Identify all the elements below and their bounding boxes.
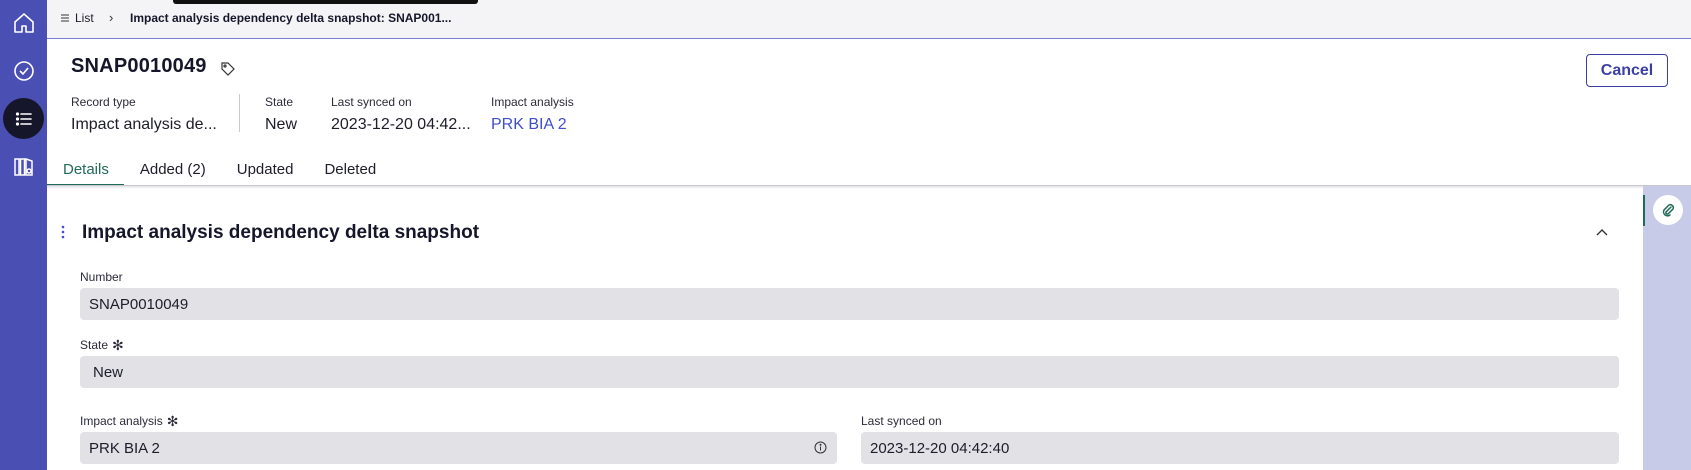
meta-value: 2023-12-20 04:42... [331, 116, 471, 133]
number-field[interactable]: SNAP0010049 [80, 288, 1619, 320]
tab-details[interactable]: Details [47, 150, 124, 186]
paperclip-icon [1662, 203, 1675, 217]
last-synced-value: 2023-12-20 04:42:40 [870, 439, 1010, 457]
tab-added[interactable]: Added (2) [124, 150, 221, 186]
impact-analysis-field[interactable]: PRK BIA 2 [80, 432, 837, 464]
state-value: New [93, 363, 124, 381]
meta-label: Last synced on [331, 95, 412, 109]
meta-label: State [265, 95, 294, 109]
check-circle-icon[interactable] [3, 50, 44, 91]
meta-label: Impact analysis [491, 95, 574, 109]
meta-last-synced: Last synced on 2023-12-20 04:42... [331, 95, 471, 134]
tooltip-edge [173, 0, 478, 4]
last-synced-label: Last synced on [861, 414, 942, 428]
tab-bar: Details Added (2) Updated Deleted [47, 150, 391, 186]
breadcrumb-list-label: List [75, 11, 94, 25]
page-title: SNAP0010049 [71, 55, 207, 77]
impact-analysis-label: Impact analysis ✻ [80, 414, 178, 428]
state-label: State ✻ [80, 338, 124, 352]
meta-value: Impact analysis de... [71, 116, 217, 133]
list-icon[interactable] [3, 98, 44, 139]
info-icon[interactable] [814, 441, 827, 454]
breadcrumb-current: Impact analysis dependency delta snapsho… [130, 11, 452, 25]
nav-rail [0, 0, 47, 470]
last-synced-label-text: Last synced on [861, 414, 942, 428]
impact-analysis-value: PRK BIA 2 [89, 439, 160, 457]
number-value: SNAP0010049 [89, 295, 189, 313]
home-icon[interactable] [3, 2, 44, 43]
tag-icon[interactable] [220, 61, 236, 77]
attachment-button[interactable] [1653, 195, 1683, 225]
meta-label: Record type [71, 95, 136, 109]
side-panel-accent [1643, 195, 1645, 226]
side-panel [1643, 186, 1691, 470]
breadcrumb-list-link[interactable]: List [61, 11, 94, 25]
impact-analysis-link[interactable]: PRK BIA 2 [491, 116, 574, 134]
tab-shadow [47, 186, 1643, 189]
chevron-up-icon[interactable] [1594, 224, 1610, 240]
number-label-text: Number [80, 270, 123, 284]
more-vertical-icon[interactable] [60, 224, 66, 240]
chevron-right-icon: › [109, 10, 114, 25]
section-title: Impact analysis dependency delta snapsho… [82, 222, 480, 243]
impact-analysis-label-text: Impact analysis [80, 414, 163, 428]
state-label-text: State [80, 338, 109, 352]
meta-divider [239, 94, 240, 132]
workspace-icon[interactable] [3, 146, 44, 187]
required-icon: ✻ [112, 337, 124, 353]
tab-deleted[interactable]: Deleted [308, 150, 391, 186]
meta-value: New [265, 116, 298, 133]
last-synced-field[interactable]: 2023-12-20 04:42:40 [861, 432, 1619, 464]
state-field[interactable]: New [80, 356, 1619, 388]
tab-updated[interactable]: Updated [221, 150, 309, 186]
menu-icon [61, 14, 69, 22]
meta-record-type: Record type Impact analysis de... [71, 95, 217, 134]
meta-impact-analysis: Impact analysis PRK BIA 2 [491, 95, 574, 134]
meta-state: State New [265, 95, 297, 134]
breadcrumb: List › Impact analysis dependency delta … [47, 0, 1691, 39]
number-label: Number [80, 270, 123, 284]
cancel-button[interactable]: Cancel [1586, 54, 1668, 87]
required-icon: ✻ [166, 413, 179, 429]
